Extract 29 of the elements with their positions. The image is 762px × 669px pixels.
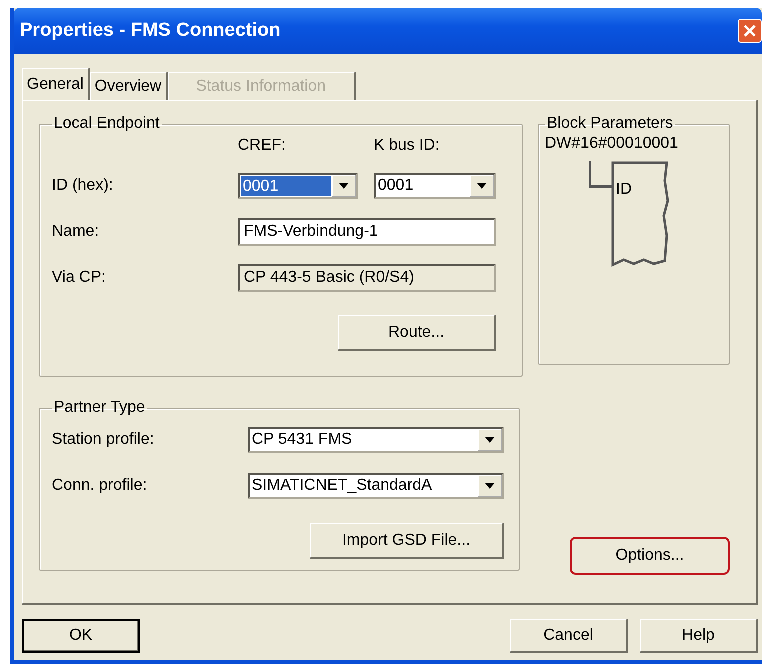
tab[interactable]: Overview [90,72,168,100]
group-title: Partner Type [53,399,146,417]
field-label: Conn. profile: [52,476,148,496]
dropdown[interactable]: 0001 [374,173,496,199]
dialog-button[interactable]: OK [22,619,140,653]
parameter-value: DW#16#00010001 [545,135,680,153]
field-label: Name: [52,222,100,242]
pin-line [589,161,613,188]
dialog-button[interactable]: Help [640,619,758,653]
column-header: K bus ID: [374,136,441,156]
dropdown[interactable]: SIMATICNET_StandardA [248,473,504,499]
route-button[interactable]: Route... [338,315,496,351]
dropdown[interactable]: CP 5431 FMS [248,427,504,453]
column-header: CREF: [238,136,287,156]
import-button[interactable]: Import GSD File... [310,523,504,559]
input-field[interactable]: CP 443-5 Basic (R0/S4) [238,264,496,292]
group-title: Local Endpoint [53,115,161,133]
pin-label: ID [616,181,632,198]
field-label: ID (hex): [52,176,114,196]
tab[interactable]: General [22,68,90,100]
close-button[interactable] [738,19,762,43]
group-title: Block Parameters [546,115,674,133]
field-label: Via CP: [52,268,107,288]
window-title: Properties - FMS Connection [20,20,282,42]
options-button[interactable]: Options... [570,537,730,575]
field-label: Station profile: [52,430,156,450]
input-field[interactable]: FMS-Verbindung-1 [238,218,496,246]
dialog-button[interactable]: Cancel [510,619,628,653]
dropdown[interactable]: 0001 [238,173,358,199]
